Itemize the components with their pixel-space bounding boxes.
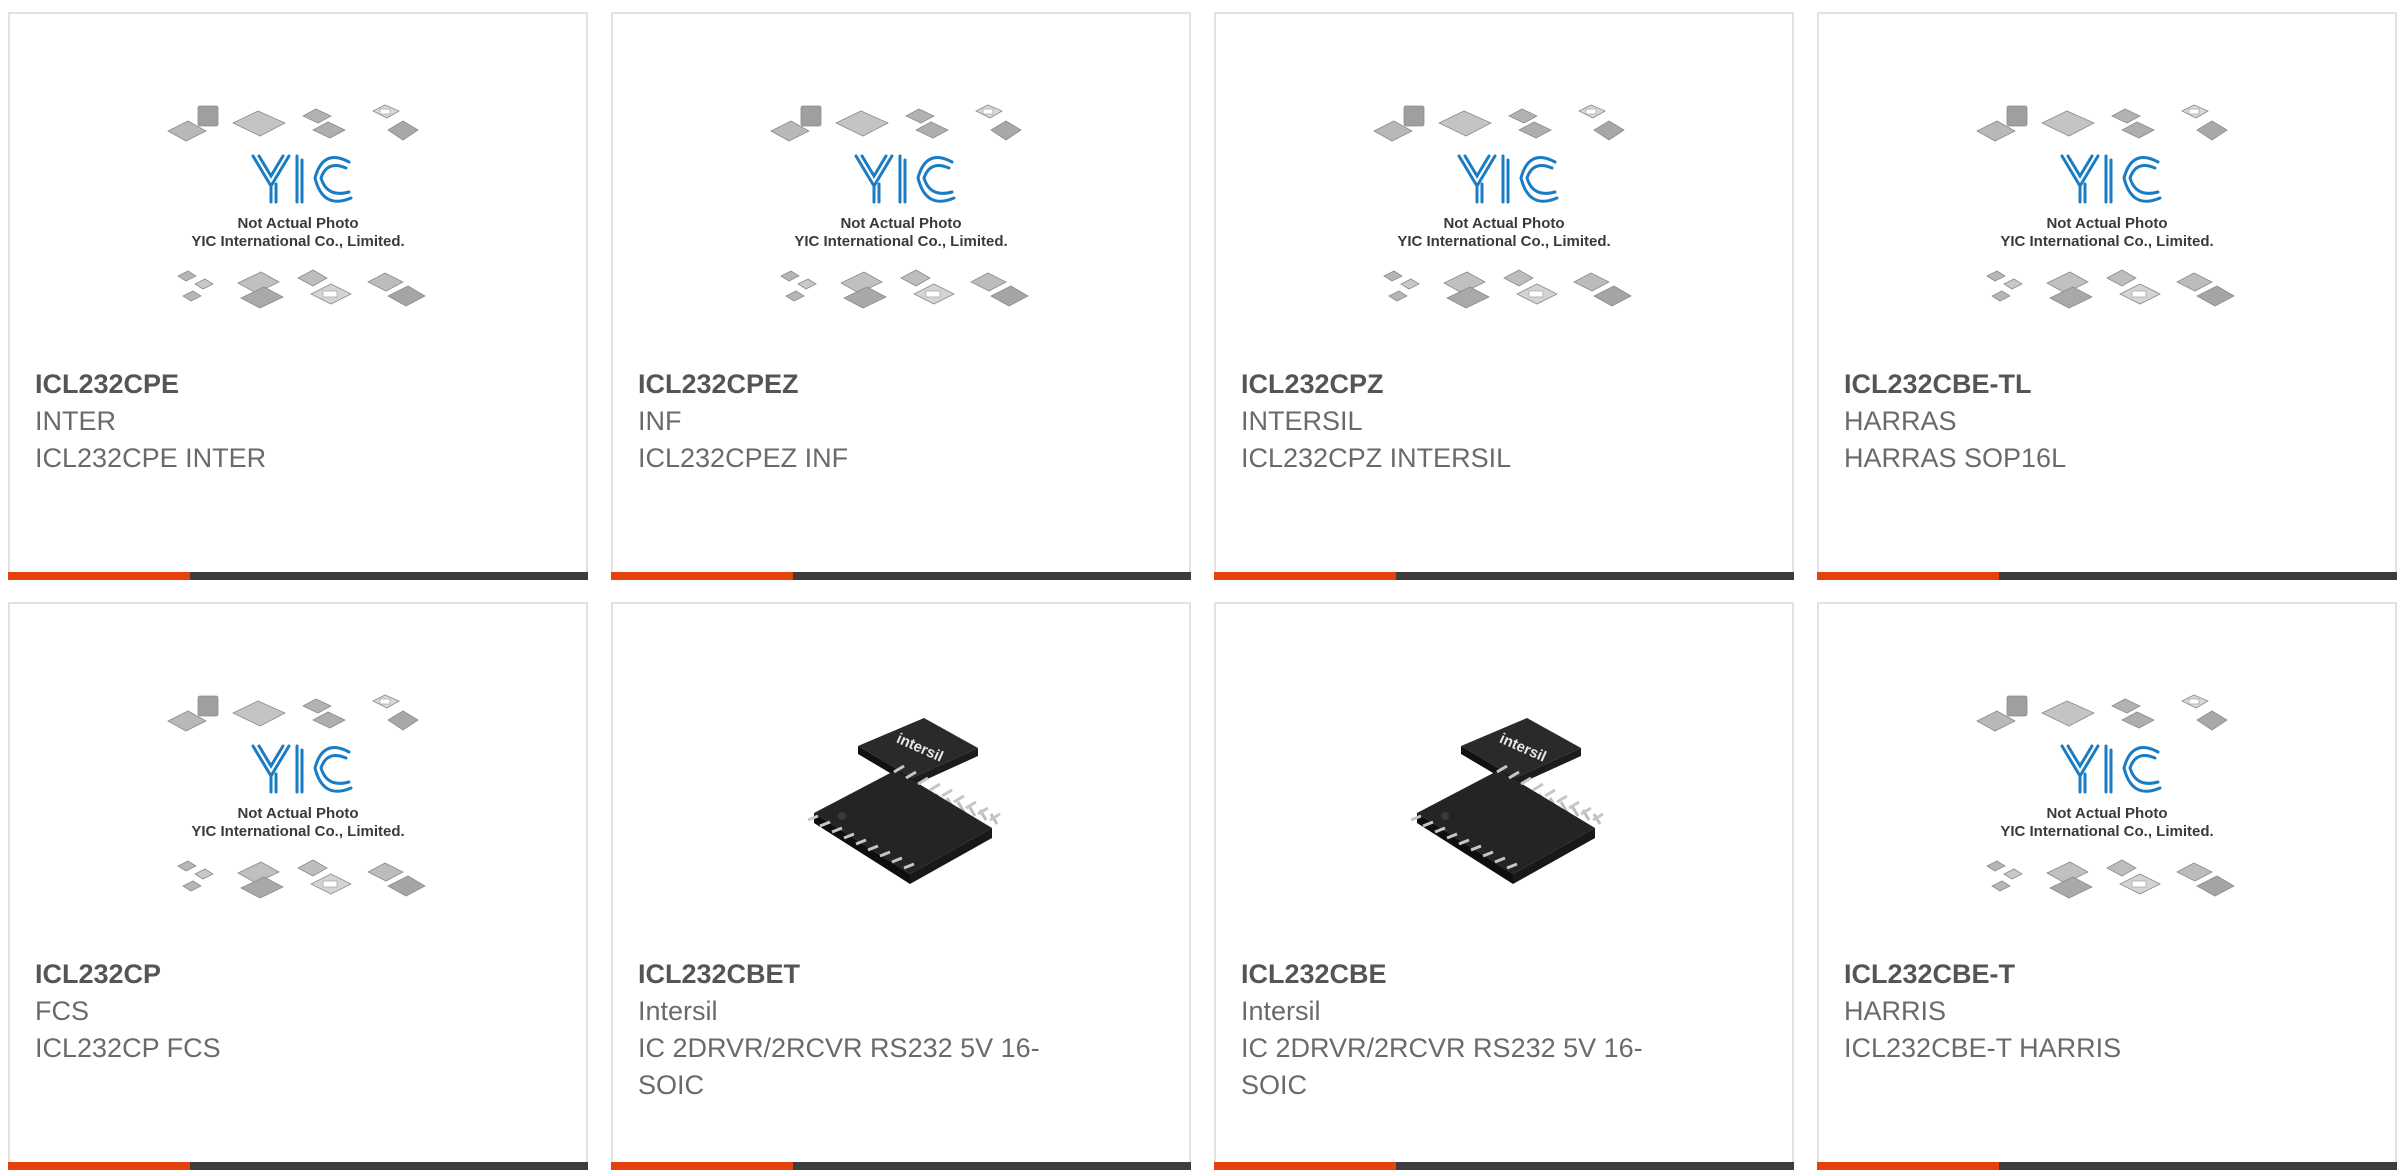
manufacturer: INTERSIL (1241, 406, 1363, 436)
placeholder-line1: Not Actual Photo (237, 805, 358, 822)
placeholder-line2: YIC International Co., Limited. (1397, 233, 1610, 250)
product-grid: Not Actual Photo YIC International Co., … (8, 12, 2397, 1170)
manufacturer: HARRIS (1844, 996, 1947, 1026)
yic-placeholder-image: Not Actual Photo YIC International Co., … (167, 694, 426, 899)
description: ICL232CPE INTER (35, 443, 267, 473)
product-card[interactable]: intersil ICL232CBET Intersil IC 2DRVR/2R… (611, 602, 1191, 1170)
card-accent-segment (8, 572, 190, 580)
soic-chip-image: intersil (807, 718, 1001, 884)
yic-placeholder-image: Not Actual Photo YIC International Co., … (1976, 694, 2235, 899)
yic-placeholder-image: Not Actual Photo YIC International Co., … (1976, 104, 2235, 309)
placeholder-line2: YIC International Co., Limited. (794, 233, 1007, 250)
product-image[interactable]: intersil (613, 682, 1189, 944)
card-accent-bar (1214, 572, 1794, 580)
product-card[interactable]: Not Actual Photo YIC International Co., … (1214, 12, 1794, 580)
product-info: ICL232CPEZ INF ICL232CPEZ INF (638, 366, 1069, 477)
product-image[interactable]: Not Actual Photo YIC International Co., … (10, 92, 586, 354)
product-image[interactable]: intersil (1216, 682, 1792, 944)
placeholder-line1: Not Actual Photo (2046, 805, 2167, 822)
card-accent-bar (8, 1162, 588, 1170)
manufacturer: Intersil (638, 996, 718, 1026)
card-accent-segment (8, 1162, 190, 1170)
card-accent-bar (1817, 572, 2397, 580)
description: ICL232CBE-T HARRIS (1844, 1033, 2122, 1063)
description: ICL232CP FCS (35, 1033, 221, 1063)
part-number[interactable]: ICL232CP (35, 956, 466, 993)
card-accent-bar (1817, 1162, 2397, 1170)
placeholder-line1: Not Actual Photo (840, 215, 961, 232)
product-image[interactable]: Not Actual Photo YIC International Co., … (1819, 682, 2395, 944)
card-accent-segment (1214, 1162, 1396, 1170)
product-card[interactable]: Not Actual Photo YIC International Co., … (8, 12, 588, 580)
card-accent-bar (611, 1162, 1191, 1170)
product-card[interactable]: Not Actual Photo YIC International Co., … (1817, 12, 2397, 580)
soic-chip-image: intersil (1410, 718, 1604, 884)
part-number[interactable]: ICL232CBE-TL (1844, 366, 2275, 403)
description: IC 2DRVR/2RCVR RS232 5V 16-SOIC (638, 1033, 1040, 1100)
card-accent-bar (8, 572, 588, 580)
product-image[interactable]: Not Actual Photo YIC International Co., … (10, 682, 586, 944)
placeholder-line1: Not Actual Photo (237, 215, 358, 232)
product-card[interactable]: Not Actual Photo YIC International Co., … (8, 602, 588, 1170)
product-card[interactable]: intersil ICL232CBE Intersil IC 2DRVR/2RC… (1214, 602, 1794, 1170)
card-accent-segment (611, 1162, 793, 1170)
part-number[interactable]: ICL232CBE-T (1844, 956, 2275, 993)
card-accent-segment (1817, 572, 1999, 580)
description: ICL232CPEZ INF (638, 443, 849, 473)
placeholder-line2: YIC International Co., Limited. (191, 823, 404, 840)
product-image[interactable]: Not Actual Photo YIC International Co., … (613, 92, 1189, 354)
product-info: ICL232CPZ INTERSIL ICL232CPZ INTERSIL (1241, 366, 1672, 477)
product-info: ICL232CBE Intersil IC 2DRVR/2RCVR RS232 … (1241, 956, 1672, 1104)
product-info: ICL232CP FCS ICL232CP FCS (35, 956, 466, 1067)
product-info: ICL232CBET Intersil IC 2DRVR/2RCVR RS232… (638, 956, 1069, 1104)
description: IC 2DRVR/2RCVR RS232 5V 16-SOIC (1241, 1033, 1643, 1100)
part-number[interactable]: ICL232CPE (35, 366, 466, 403)
card-accent-bar (1214, 1162, 1794, 1170)
part-number[interactable]: ICL232CPZ (1241, 366, 1672, 403)
part-number[interactable]: ICL232CPEZ (638, 366, 1069, 403)
manufacturer: INF (638, 406, 682, 436)
yic-placeholder-image: Not Actual Photo YIC International Co., … (770, 104, 1029, 309)
placeholder-line2: YIC International Co., Limited. (191, 233, 404, 250)
product-card[interactable]: Not Actual Photo YIC International Co., … (611, 12, 1191, 580)
description: ICL232CPZ INTERSIL (1241, 443, 1512, 473)
product-info: ICL232CBE-TL HARRAS HARRAS SOP16L (1844, 366, 2275, 477)
product-card[interactable]: Not Actual Photo YIC International Co., … (1817, 602, 2397, 1170)
placeholder-line2: YIC International Co., Limited. (2000, 823, 2213, 840)
product-info: ICL232CPE INTER ICL232CPE INTER (35, 366, 466, 477)
card-accent-segment (1214, 572, 1396, 580)
manufacturer: FCS (35, 996, 89, 1026)
placeholder-line1: Not Actual Photo (2046, 215, 2167, 232)
yic-placeholder-image: Not Actual Photo YIC International Co., … (1373, 104, 1632, 309)
placeholder-line1: Not Actual Photo (1443, 215, 1564, 232)
product-image[interactable]: Not Actual Photo YIC International Co., … (1216, 92, 1792, 354)
card-accent-bar (611, 572, 1191, 580)
part-number[interactable]: ICL232CBET (638, 956, 1069, 993)
product-info: ICL232CBE-T HARRIS ICL232CBE-T HARRIS (1844, 956, 2275, 1067)
part-number[interactable]: ICL232CBE (1241, 956, 1672, 993)
manufacturer: Intersil (1241, 996, 1321, 1026)
yic-placeholder-image: Not Actual Photo YIC International Co., … (167, 104, 426, 309)
product-image[interactable]: Not Actual Photo YIC International Co., … (1819, 92, 2395, 354)
card-accent-segment (1817, 1162, 1999, 1170)
description: HARRAS SOP16L (1844, 443, 2067, 473)
manufacturer: HARRAS (1844, 406, 1957, 436)
manufacturer: INTER (35, 406, 116, 436)
placeholder-line2: YIC International Co., Limited. (2000, 233, 2213, 250)
card-accent-segment (611, 572, 793, 580)
